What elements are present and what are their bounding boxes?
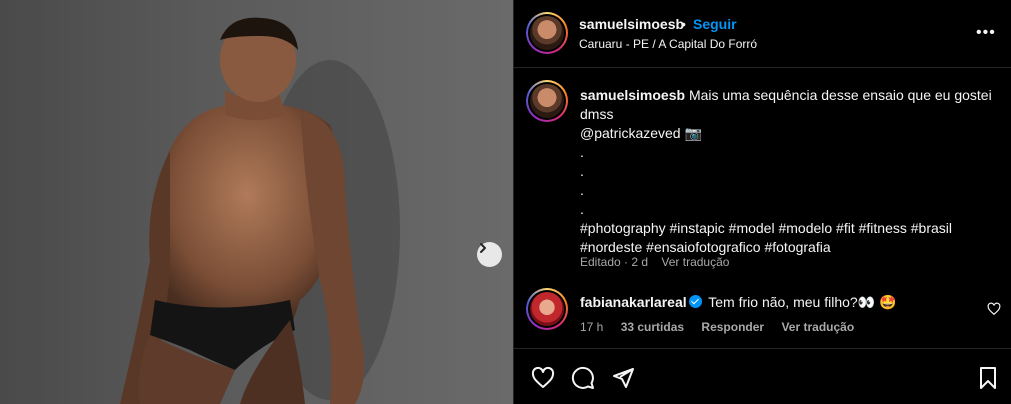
- caption-text: samuelsimoesb Mais uma sequência desse e…: [580, 86, 1000, 257]
- caption-line-2: dmss: [580, 106, 614, 122]
- post-header: samuelsimoesb • Seguir Caruaru - PE / A …: [514, 0, 1011, 68]
- verified-icon: [688, 295, 702, 308]
- photo-figure: [120, 17, 400, 404]
- comment-likes[interactable]: 33 curtidas: [621, 320, 684, 334]
- comment-username[interactable]: fabianakarlareal: [580, 294, 687, 310]
- caption-dot: .: [580, 144, 584, 160]
- comment-see-translation[interactable]: Ver tradução: [781, 320, 854, 334]
- save-icon[interactable]: [976, 366, 1000, 390]
- caption-dot: .: [580, 201, 584, 217]
- next-arrow-icon: [480, 243, 486, 253]
- follow-button[interactable]: Seguir: [693, 16, 737, 32]
- caption-mention[interactable]: @patrickazeved 📷: [580, 124, 1000, 143]
- like-heart-icon[interactable]: [531, 366, 555, 390]
- comment-text: fabianakarlareal Tem frio não, meu filho…: [580, 294, 896, 311]
- caption-hashtags-1[interactable]: #photography #instapic #model #modelo #f…: [580, 219, 1000, 238]
- comment-time: 17 h: [580, 320, 604, 334]
- share-icon[interactable]: [611, 366, 635, 390]
- avatar[interactable]: [526, 12, 568, 54]
- heart-icon[interactable]: [987, 302, 1001, 316]
- caption-dot: .: [580, 182, 584, 198]
- caption-line-1: Mais uma sequência desse ensaio que eu g…: [688, 87, 992, 103]
- comment-icon[interactable]: [571, 366, 595, 390]
- caption-username[interactable]: samuelsimoesb: [580, 87, 685, 103]
- caption-avatar[interactable]: [526, 80, 568, 122]
- comment-meta: 17 h 33 curtidas Responder Ver tradução: [580, 320, 868, 334]
- comment-body: Tem frio não, meu filho?👀 🤩: [708, 294, 897, 310]
- post-photo[interactable]: [0, 0, 513, 404]
- caption-edited-time: Editado · 2 d: [580, 255, 649, 269]
- next-photo-button[interactable]: [477, 242, 502, 267]
- caption-see-translation[interactable]: Ver tradução: [661, 255, 729, 269]
- post-location[interactable]: Caruaru - PE / A Capital Do Forró: [579, 37, 757, 51]
- caption-meta: Editado · 2 d Ver tradução: [580, 255, 739, 269]
- post-sidebar: samuelsimoesb • Seguir Caruaru - PE / A …: [513, 0, 1011, 404]
- comment-avatar[interactable]: [526, 288, 568, 330]
- more-icon[interactable]: •••: [976, 24, 996, 42]
- comment-reply-button[interactable]: Responder: [701, 320, 764, 334]
- post-actions: [514, 348, 1011, 404]
- caption-dot: .: [580, 163, 584, 179]
- separator-dot: •: [681, 16, 686, 32]
- post-username[interactable]: samuelsimoesb: [579, 16, 684, 32]
